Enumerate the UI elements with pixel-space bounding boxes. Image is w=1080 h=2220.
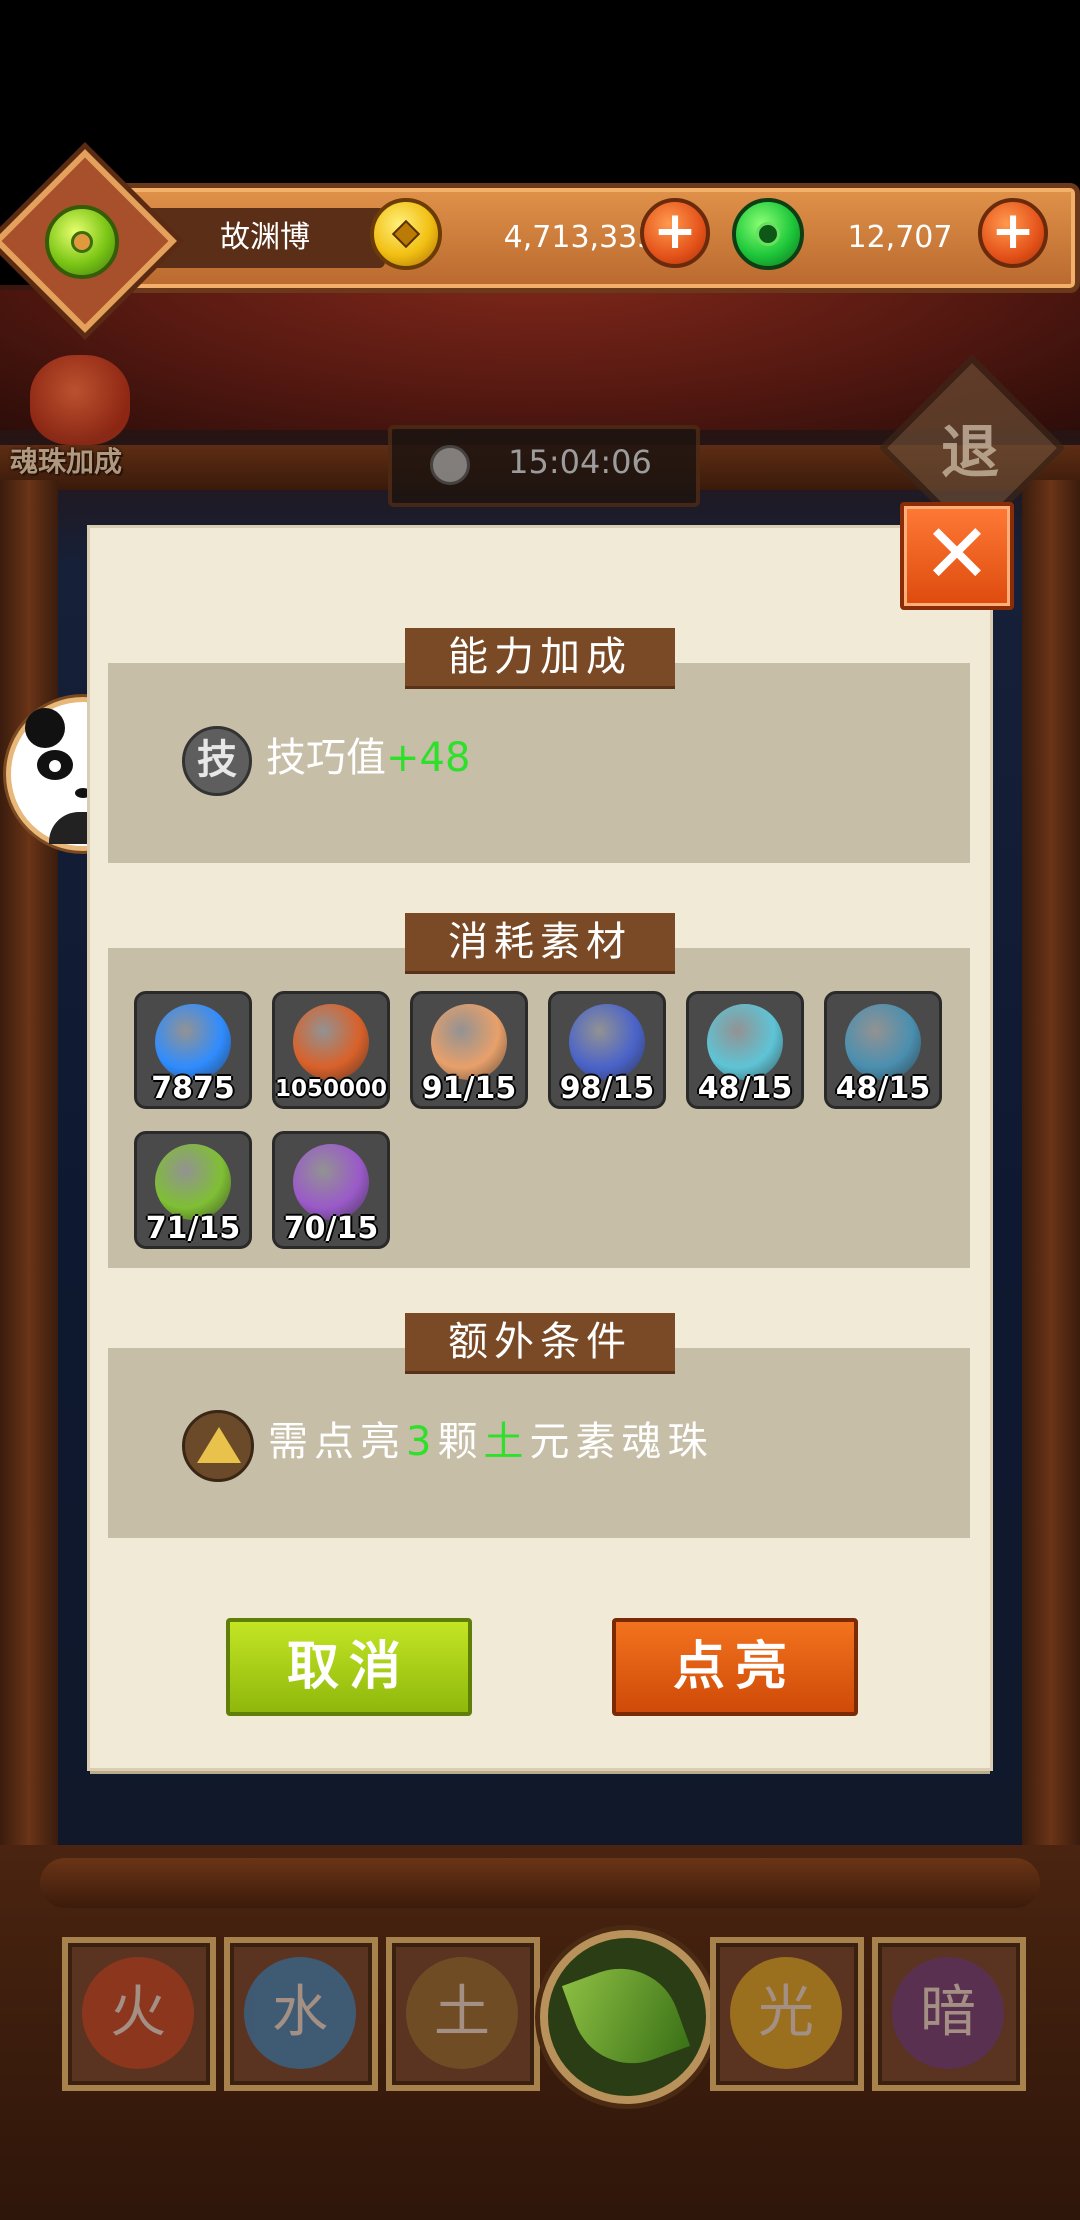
material-count: 98/15 [559, 1071, 655, 1106]
seed-orb-icon [293, 1144, 369, 1220]
material-count: 1050000 [275, 1076, 388, 1102]
skill-label: 技巧值+48 [266, 735, 471, 781]
ability-title: 能力加成 [405, 628, 675, 689]
blue-flame-icon [155, 1004, 231, 1080]
material-item[interactable]: 70/15 [272, 1131, 390, 1249]
timer-text: 15:04:06 [508, 443, 652, 481]
crystal-orb-icon [569, 1004, 645, 1080]
player-name: 故渊博 [220, 220, 310, 255]
skill-badge-icon: 技 [182, 726, 252, 796]
material-item[interactable]: 98/15 [548, 991, 666, 1109]
water-drop-icon: 水 [244, 1957, 356, 2069]
element-fire-slot[interactable]: 火 [62, 1937, 216, 2091]
material-item[interactable]: 7875 [134, 991, 252, 1109]
skill-bonus: +48 [386, 735, 471, 781]
material-item[interactable]: 48/15 [824, 991, 942, 1109]
add-jade-button[interactable]: + [978, 198, 1048, 268]
eye-orb-icon [845, 1004, 921, 1080]
material-count: 70/15 [283, 1211, 379, 1246]
shelf-rail [40, 1858, 1040, 1908]
element-dark-slot[interactable]: 暗 [872, 1937, 1026, 2091]
material-item[interactable]: 48/15 [686, 991, 804, 1109]
coin-bag-icon [293, 1004, 369, 1080]
puzzle-orb-icon [707, 1004, 783, 1080]
muscle-orb-icon [431, 1004, 507, 1080]
name-slot: 故渊博 [145, 208, 385, 268]
material-count: 48/15 [697, 1071, 793, 1106]
jade-coin-icon [732, 198, 804, 270]
material-count: 48/15 [835, 1071, 931, 1106]
light-up-dialog: 能力加成 技 技巧值+48 消耗素材 7875 1050000 91/15 98/15… [90, 528, 990, 1768]
sun-icon: 光 [730, 1957, 842, 2069]
exit-label: 退 [940, 418, 999, 486]
clover-orb-icon [155, 1144, 231, 1220]
stopwatch-icon [430, 445, 470, 485]
leaf-icon [561, 1951, 691, 2081]
close-button[interactable]: ✕ [900, 502, 1014, 610]
add-gold-button[interactable]: + [640, 198, 710, 268]
material-count: 71/15 [145, 1211, 241, 1246]
material-item[interactable]: 71/15 [134, 1131, 252, 1249]
soul-bag-icon[interactable] [30, 355, 130, 445]
element-water-slot[interactable]: 水 [224, 1937, 378, 2091]
mountain-icon: 土 [406, 1957, 518, 2069]
light-up-button[interactable]: 点亮 [612, 1618, 858, 1716]
fire-icon: 火 [82, 1957, 194, 2069]
soul-bonus-label: 魂珠加成 [10, 445, 123, 478]
avatar[interactable] [45, 205, 119, 279]
condition-text: 需点亮3颗土元素魂珠 [268, 1419, 714, 1465]
moon-icon: 暗 [892, 1957, 1004, 2069]
earth-element-icon [182, 1410, 254, 1482]
material-count: 91/15 [421, 1071, 517, 1106]
materials-title: 消耗素材 [405, 913, 675, 974]
cancel-button[interactable]: 取消 [226, 1618, 472, 1716]
gold-coin-icon [370, 198, 442, 270]
extra-title: 额外条件 [405, 1313, 675, 1374]
resource-bar: 故渊博 4,713,335 12,707 [40, 183, 1080, 293]
jade-amount: 12,707 [847, 220, 953, 255]
element-earth-slot[interactable]: 土 [386, 1937, 540, 2091]
material-item[interactable]: 91/15 [410, 991, 528, 1109]
element-wood-slot-selected[interactable] [540, 1930, 714, 2104]
material-item[interactable]: 1050000 [272, 991, 390, 1109]
material-count: 7875 [151, 1071, 235, 1106]
element-light-slot[interactable]: 光 [710, 1937, 864, 2091]
